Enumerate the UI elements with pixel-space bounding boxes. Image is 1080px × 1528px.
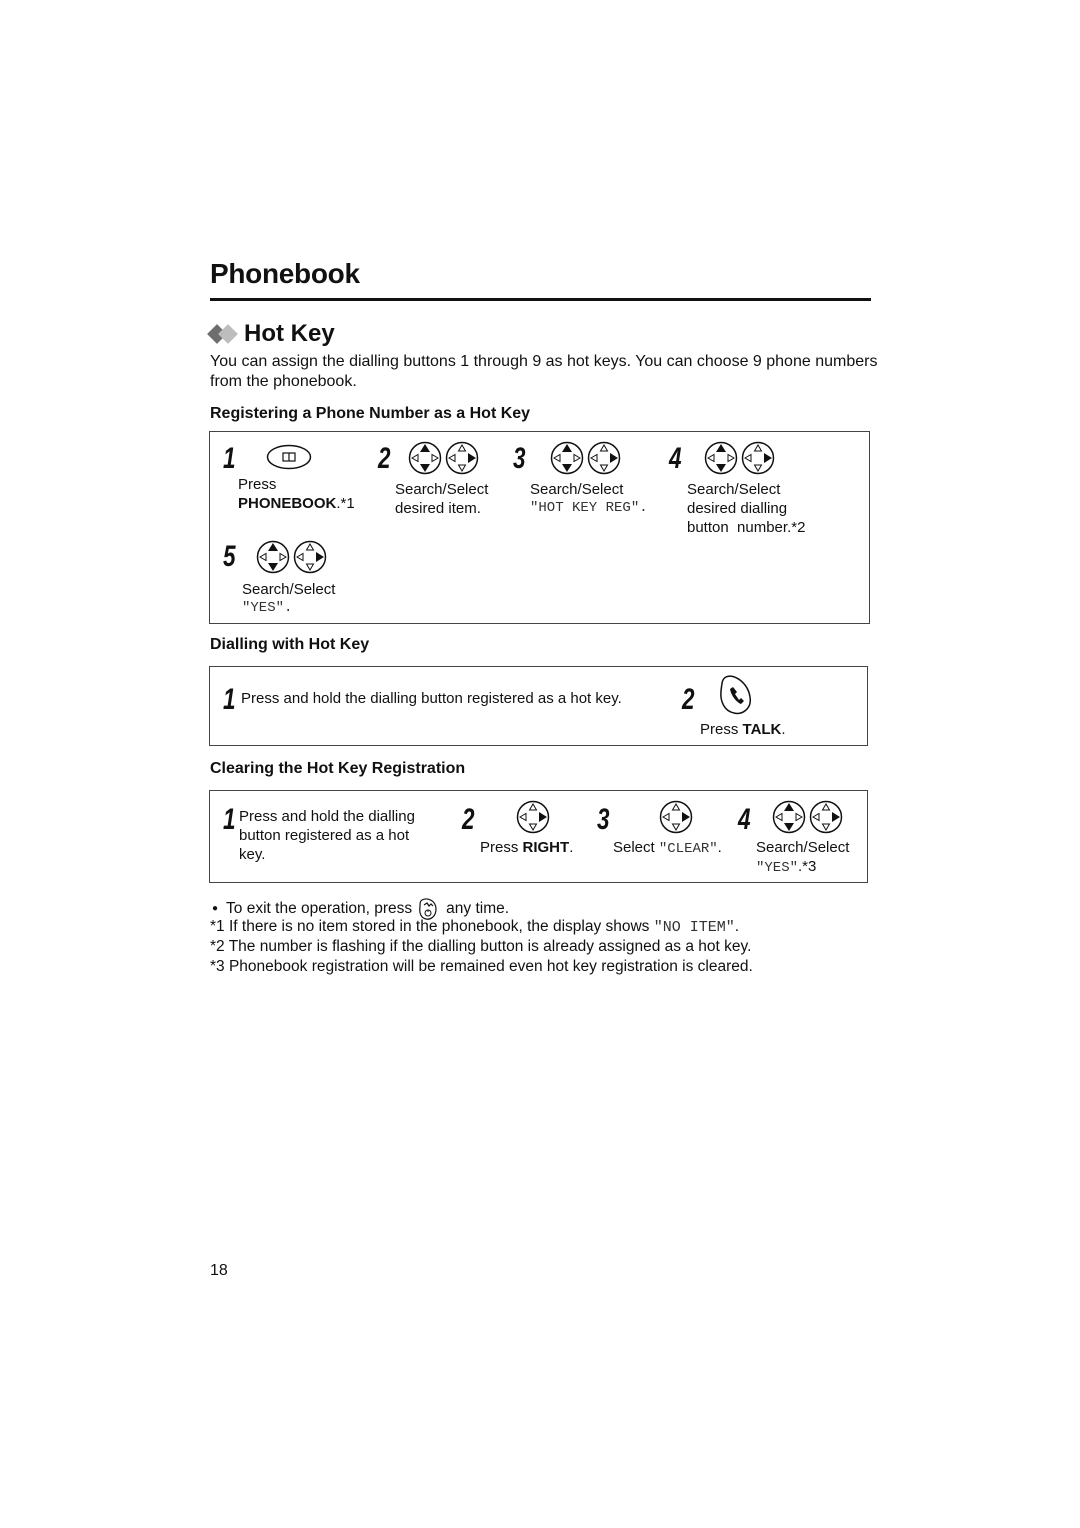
footnote-3: *3 Phonebook registration will be remain… (210, 958, 753, 975)
bullet: ● (212, 903, 219, 914)
step-number: 2 (682, 683, 695, 716)
navigator-right-icon (659, 800, 693, 834)
navigator-up-down-right-icon (256, 540, 328, 574)
register-steps-box: 1 Press PHONEBOOK.*1 2 Search/Select des… (209, 431, 870, 624)
phonebook-button-icon (266, 444, 312, 470)
dialling-steps-box: 1 Press and hold the dialling button reg… (209, 666, 868, 746)
step-3-text: Search/Select "HOT KEY REG". (530, 481, 648, 516)
step-number: 5 (223, 540, 236, 573)
step-number: 3 (513, 442, 526, 475)
step-number: 4 (669, 442, 682, 475)
intro-paragraph: You can assign the dialling buttons 1 th… (210, 353, 878, 390)
clearing-heading: Clearing the Hot Key Registration (210, 760, 466, 777)
navigator-up-down-right-icon (550, 441, 622, 475)
step-number: 2 (378, 442, 391, 475)
navigator-up-down-right-icon (704, 441, 776, 475)
dialling-step-2-text: Press TALK. (700, 721, 786, 738)
clearing-steps-box: 1 Press and hold the dialling button reg… (209, 790, 868, 883)
step-number: 1 (223, 803, 236, 836)
step-2-text: Search/Select desired item. (395, 481, 489, 517)
step-4-text: Search/Select desired dialling button nu… (687, 481, 806, 536)
dialling-step-1-text: Press and hold the dialling button regis… (241, 690, 622, 707)
step-number: 3 (597, 803, 610, 836)
step-1-text: Press PHONEBOOK.*1 (238, 476, 355, 512)
step-5-text: Search/Select "YES". (242, 581, 336, 616)
navigator-up-down-right-icon (408, 441, 480, 475)
navigator-right-icon (516, 800, 550, 834)
register-heading: Registering a Phone Number as a Hot Key (210, 405, 531, 422)
title-divider (210, 298, 871, 301)
footnote-1: *1 If there is no item stored in the pho… (210, 918, 740, 936)
clearing-step-2-text: Press RIGHT. (480, 839, 574, 856)
navigator-up-down-right-icon (772, 800, 844, 834)
chapter-title: Phonebook (210, 258, 360, 289)
clearing-step-4-text: Search/Select "YES".*3 (756, 839, 850, 876)
page-number: 18 (210, 1262, 228, 1279)
talk-button-icon (718, 673, 754, 717)
step-number: 2 (462, 803, 475, 836)
step-number: 4 (738, 803, 751, 836)
footnote-2: *2 The number is flashing if the diallin… (210, 938, 752, 955)
diamond-bullets-icon (207, 324, 238, 344)
step-number: 1 (223, 683, 236, 716)
section-title: Hot Key (207, 320, 335, 348)
clearing-step-3-text: Select "CLEAR". (613, 839, 722, 857)
section-title-text: Hot Key (244, 320, 335, 347)
clearing-step-1-text: Press and hold the dialling button regis… (239, 808, 415, 863)
dialling-heading: Dialling with Hot Key (210, 636, 370, 653)
step-number: 1 (223, 442, 236, 475)
